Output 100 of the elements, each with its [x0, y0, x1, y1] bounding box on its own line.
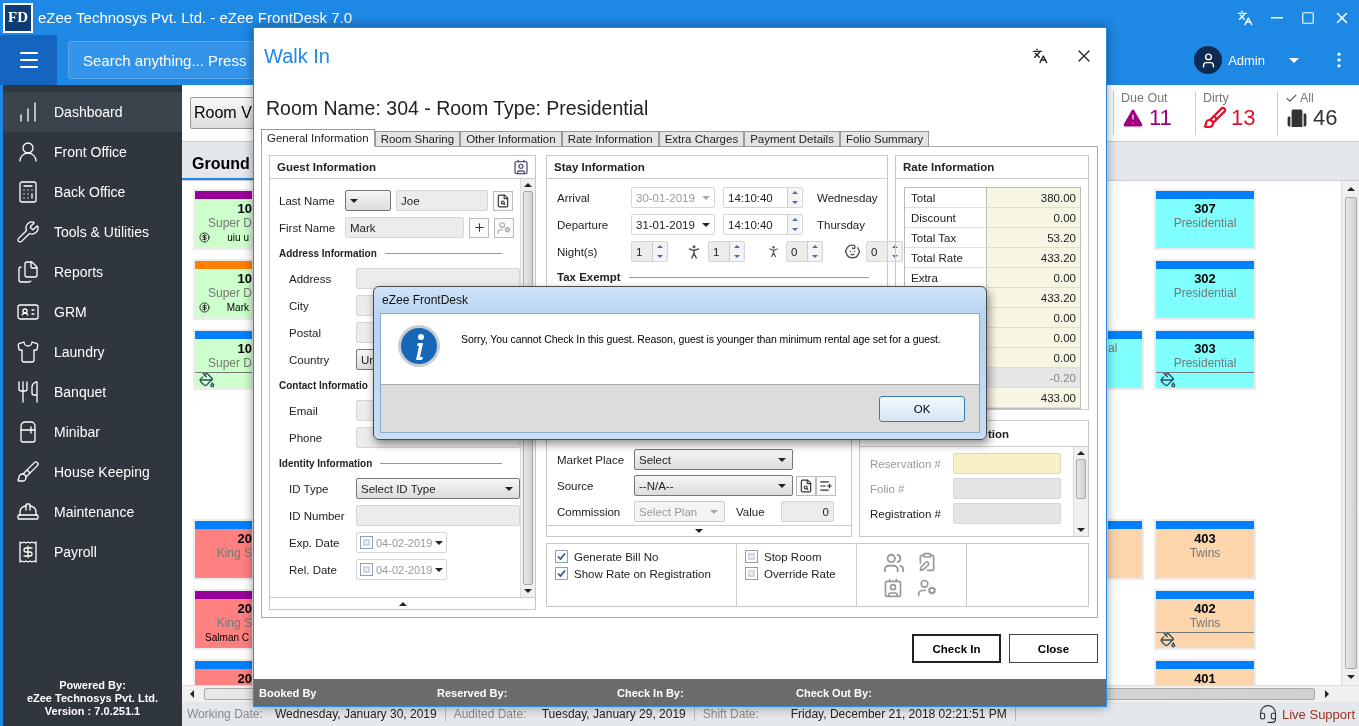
room-card[interactable] [1108, 521, 1142, 578]
child-icon [766, 244, 781, 259]
dropdown[interactable]: Select ID Type [356, 478, 520, 499]
number-field[interactable]: 0 [786, 241, 823, 262]
date-field[interactable]: 31-01-2019 [631, 214, 715, 235]
sidebar-item[interactable]: Maintenance [3, 492, 182, 532]
add-button[interactable] [469, 217, 489, 238]
sidebar-item[interactable]: Minibar [3, 412, 182, 452]
text-field[interactable]: Joe [396, 190, 488, 211]
room-card[interactable]: 307 Presidential [1156, 191, 1254, 248]
room-card[interactable]: 401 [1156, 661, 1254, 685]
spin-buttons[interactable] [807, 242, 821, 261]
brush-icon [16, 460, 40, 484]
room-card[interactable]: 20 [195, 661, 252, 685]
bucket-icon [1160, 632, 1176, 648]
caret-icon[interactable] [1289, 57, 1299, 63]
spin-buttons[interactable] [729, 242, 743, 261]
dialog-button[interactable]: Close [1009, 634, 1098, 663]
room-number: 303 [1194, 341, 1216, 356]
checkbox-option[interactable]: Override Rate [745, 567, 848, 580]
sidebar-item[interactable]: Laundry [3, 332, 182, 372]
people-icon[interactable] [882, 552, 905, 574]
vertical-scrollbar[interactable] [1073, 447, 1088, 536]
text-field[interactable]: Mark [345, 217, 464, 238]
checkbox[interactable] [360, 563, 373, 576]
room-card[interactable]: al [1108, 331, 1142, 388]
dialog-button[interactable]: Check In [912, 634, 1001, 663]
room-number: 10 [237, 201, 252, 216]
tab[interactable]: Folio Summary [839, 131, 930, 147]
sidebar-item[interactable]: Banquet [3, 372, 182, 412]
minimize-button[interactable] [1269, 14, 1285, 21]
number-field[interactable]: 0 [781, 501, 834, 523]
tab[interactable]: Payment Details [744, 131, 840, 147]
room-card[interactable]: 10 Super D Mark [195, 261, 252, 318]
checkbox-option[interactable]: Generate Bill No [555, 550, 728, 563]
checkbox[interactable] [360, 536, 373, 549]
spin-buttons[interactable] [652, 242, 666, 261]
room-card[interactable]: 403 Twins [1156, 521, 1254, 578]
room-card[interactable]: 10 Super D uiu u [195, 191, 252, 248]
sidebar-item[interactable]: Tools & Utilities [3, 212, 182, 252]
spin-buttons[interactable] [787, 215, 801, 234]
title-dropdown[interactable] [345, 190, 391, 211]
sidebar-item[interactable]: GRM [3, 292, 182, 332]
translate-button[interactable] [1030, 46, 1050, 66]
tab[interactable]: Room Sharing [374, 131, 461, 147]
sidebar-item[interactable]: Payroll [3, 532, 182, 572]
tab[interactable]: Rate Information [561, 131, 659, 147]
headset-icon [1258, 704, 1278, 724]
sidebar-item[interactable]: Back Office [3, 172, 182, 212]
number-field[interactable]: 1 [708, 241, 745, 262]
text-field[interactable] [953, 503, 1061, 524]
checkbox-option[interactable]: Show Rate on Registration [555, 567, 728, 580]
person-button[interactable] [494, 217, 514, 238]
room-card[interactable]: 20 King S [195, 521, 252, 578]
room-card[interactable]: 20 King S Salman C [195, 591, 252, 648]
sidebar-item[interactable]: Reports [3, 252, 182, 292]
dialog-title: Walk In [264, 44, 330, 68]
stat-count: 46 [1313, 105, 1338, 131]
sidebar-item[interactable]: House Keeping [3, 452, 182, 492]
checkbox-option[interactable]: Stop Room [745, 550, 848, 563]
menu-button[interactable] [0, 35, 57, 85]
documents-icon [16, 260, 40, 284]
checkbox[interactable] [745, 550, 758, 563]
sidebar-item[interactable]: Front Office [3, 132, 182, 172]
tab[interactable]: Other Information [460, 131, 562, 147]
room-card[interactable]: 402 Twins [1156, 591, 1254, 648]
room-type: al [1108, 341, 1118, 355]
dropdown[interactable]: --N/A-- [634, 475, 793, 497]
sidebar-item[interactable]: Dashboard [3, 92, 182, 132]
dropdown[interactable]: Select [634, 449, 793, 471]
number-field[interactable]: 0 [866, 241, 903, 262]
contact-card-icon[interactable] [882, 578, 903, 598]
field-label: Source [557, 479, 595, 492]
tab[interactable]: Extra Charges [658, 131, 745, 147]
search-button[interactable] [796, 475, 816, 496]
search-button[interactable] [493, 190, 513, 211]
stat-count: 13 [1231, 105, 1256, 131]
checkbox[interactable] [555, 567, 568, 580]
add-list-button[interactable] [816, 475, 836, 496]
field-label: Commission [557, 505, 622, 518]
section-title: Contact Informatio [279, 379, 368, 391]
tab[interactable]: General Information [261, 129, 375, 147]
time-field[interactable]: 14:10:40 [723, 214, 803, 235]
room-card[interactable]: 302 Presidential [1156, 261, 1254, 318]
checkbox[interactable] [745, 567, 758, 580]
ok-button[interactable]: OK [879, 395, 965, 422]
number-field[interactable]: 1 [631, 241, 668, 262]
room-card[interactable]: 10 Super D [195, 331, 252, 388]
live-support-link[interactable]: Live Support [1258, 704, 1359, 724]
vertical-scrollbar[interactable] [1341, 181, 1359, 685]
spin-buttons[interactable] [787, 188, 801, 207]
checkbox[interactable] [555, 550, 568, 563]
room-card[interactable]: 303 Presidential [1156, 331, 1254, 388]
footer-text: Powered By: [59, 679, 126, 692]
id-card-icon[interactable] [513, 159, 529, 175]
text-field[interactable] [356, 505, 520, 526]
user-cog-icon[interactable] [916, 578, 937, 598]
field-label: Night(s) [557, 245, 599, 258]
field-label: Registration # [870, 507, 942, 520]
user-name[interactable]: Admin [1228, 52, 1265, 68]
